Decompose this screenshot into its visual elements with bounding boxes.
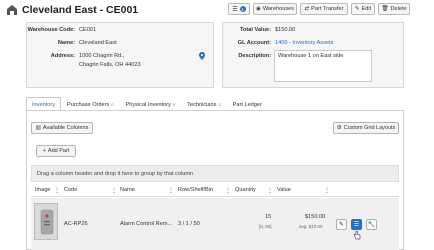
gear-icon: ⚙ xyxy=(336,125,342,131)
part-transfer-button[interactable]: ⇄ Part Transfer xyxy=(300,3,348,15)
wrench-icon: 🔧 xyxy=(367,222,376,228)
cell-quantity: 15 xyxy=(265,214,272,220)
tab-bar: Inventory Purchase Orders 0 Physical Inve… xyxy=(26,97,268,111)
available-columns-button[interactable]: ▥ Available Columns xyxy=(31,122,93,134)
warehouses-button[interactable]: ◉ Warehouses xyxy=(253,3,297,15)
custom-grid-layouts-label: Custom Grid Layouts xyxy=(343,125,396,131)
total-value-label: Total Value: xyxy=(240,27,271,33)
code-value: CE001 xyxy=(79,27,97,33)
warehouse-info-panel: Warehouse Code: CE001 Name: Cleveland Ea… xyxy=(26,22,214,88)
address-label: Address: xyxy=(50,53,75,59)
back-circle-icon: ◉ xyxy=(255,6,261,12)
tab-label: Physical Inventory xyxy=(125,101,171,108)
tab-label: Technicians xyxy=(187,101,217,108)
cell-name: Alarm Control Rem... xyxy=(120,221,173,227)
column-header-name[interactable]: Name xyxy=(120,187,135,193)
edit-icon: ✎ xyxy=(338,222,345,228)
tab-label: Part Ledger xyxy=(232,101,262,108)
trash-icon: 🗑 xyxy=(381,6,389,12)
column-menu-icon[interactable]: ⋮ xyxy=(267,187,273,194)
page-title: Cleveland East - CE001 xyxy=(22,4,139,16)
tab-inventory[interactable]: Inventory xyxy=(26,97,62,111)
edit-icon: ✎ xyxy=(354,6,360,12)
address-line1: 1000 Chagrin Rd., xyxy=(79,53,125,59)
list-icon: ☰ xyxy=(353,222,360,228)
tools-button[interactable]: 🔧 xyxy=(366,219,377,230)
hand-cursor-icon xyxy=(353,230,361,242)
part-transfer-button-label: Part Transfer xyxy=(311,6,344,12)
part-image xyxy=(34,203,58,240)
grid-header: Image ⋮ Code ⋮ Name ⋮ Row/Shelf/Bin ⋮ Qu… xyxy=(31,182,399,197)
warehouses-button-label: Warehouses xyxy=(262,6,295,12)
table-row[interactable]: AC-RP26 Alarm Control Rem... 3 / 1 / 50 … xyxy=(31,198,399,250)
notification-badge: 1 xyxy=(239,6,246,12)
tab-count: 2 xyxy=(218,102,221,107)
address-line2: Chagrin Falls, OH 44023 xyxy=(79,62,141,68)
list-icon: ☰ xyxy=(232,6,238,13)
name-value: Cleveland East xyxy=(79,40,117,46)
tab-count: 0 xyxy=(111,102,114,107)
description-field[interactable]: Warehouse 1 on East side xyxy=(274,50,372,82)
tab-purchase-orders[interactable]: Purchase Orders 0 xyxy=(61,97,120,111)
edit-button-label: Edit xyxy=(361,6,372,12)
column-menu-icon[interactable]: ⋮ xyxy=(324,187,330,194)
custom-grid-layouts-button[interactable]: ⚙ Custom Grid Layouts xyxy=(333,122,399,134)
tab-label: Purchase Orders xyxy=(67,101,110,108)
delete-button-label: Delete xyxy=(390,6,407,12)
column-header-code[interactable]: Code xyxy=(64,187,77,193)
tab-label: Inventory xyxy=(32,101,56,108)
total-value: $150.00 xyxy=(275,27,296,33)
transfer-icon: ⇄ xyxy=(304,6,310,12)
gl-account-label: GL Account: xyxy=(237,40,271,46)
column-header-location[interactable]: Row/Shelf/Bin xyxy=(178,187,213,193)
add-part-label: Add Part xyxy=(47,148,70,154)
name-label: Name: xyxy=(57,40,75,46)
tab-count: 0 xyxy=(172,102,176,107)
page-header: Cleveland East - CE001 xyxy=(6,3,138,17)
description-label: Description: xyxy=(238,53,271,59)
add-part-button[interactable]: + Add Part xyxy=(36,145,76,157)
cell-quantity-range: [0, 50] xyxy=(259,224,272,229)
map-marker-icon[interactable] xyxy=(199,52,205,62)
cell-avg-value: avg. $10.00 xyxy=(299,224,323,229)
tab-physical-inventory[interactable]: Physical Inventory 0 xyxy=(120,97,182,111)
column-menu-icon[interactable]: ⋮ xyxy=(54,187,60,194)
delete-button[interactable]: 🗑 Delete xyxy=(378,3,410,15)
edit-button[interactable]: ✎ Edit xyxy=(351,3,375,15)
column-header-quantity[interactable]: Quantity xyxy=(235,187,256,193)
plus-icon: + xyxy=(42,148,46,154)
warehouse-icon xyxy=(6,4,18,16)
group-by-bar[interactable]: Drag a column header and drop it here to… xyxy=(31,165,399,182)
column-menu-icon[interactable]: ⋮ xyxy=(111,187,117,194)
edit-row-button[interactable]: ✎ xyxy=(336,219,347,230)
tab-part-ledger[interactable]: Part Ledger xyxy=(227,97,268,111)
tab-technicians[interactable]: Technicians 2 xyxy=(181,97,226,111)
view-details-button[interactable]: ☰ xyxy=(351,219,362,230)
cell-code: AC-RP26 xyxy=(64,221,88,227)
code-label: Warehouse Code: xyxy=(27,27,75,33)
column-menu-icon[interactable]: ⋮ xyxy=(225,187,231,194)
column-header-image[interactable]: Image xyxy=(35,187,51,193)
available-columns-label: Available Columns xyxy=(42,125,89,131)
cell-location: 3 / 1 / 50 xyxy=(178,221,200,227)
column-header-value[interactable]: Value xyxy=(277,187,291,193)
columns-icon: ▥ xyxy=(35,125,41,131)
column-menu-icon[interactable]: ⋮ xyxy=(168,187,174,194)
cell-value: $150.00 xyxy=(305,214,326,220)
list-menu-button[interactable]: ☰ 1 xyxy=(228,3,250,15)
gl-account-link[interactable]: 1400 - Inventory Assets xyxy=(275,40,333,46)
